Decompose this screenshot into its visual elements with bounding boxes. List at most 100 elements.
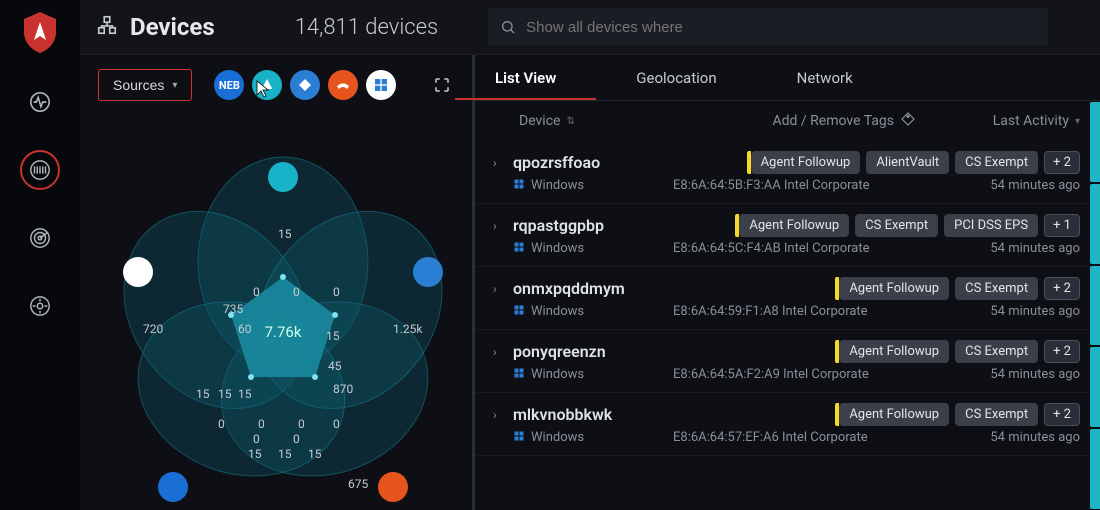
col-activity-label[interactable]: Last Activity (993, 113, 1069, 129)
row-marker (1090, 184, 1100, 264)
sort-desc-icon[interactable]: ▾ (1075, 116, 1080, 127)
device-tags: Agent Followup CS Exempt PCI DSS EPS + 1 (673, 214, 1080, 237)
row-marker (1090, 347, 1100, 427)
device-os: Windows (531, 430, 584, 445)
tag-chip[interactable]: AlientVault (866, 151, 949, 174)
chart-value: 0 (218, 417, 225, 431)
tag-more[interactable]: + 2 (1044, 340, 1080, 363)
device-name: rqpastggpbp (513, 216, 673, 235)
chart-value: 0 (293, 285, 300, 299)
col-device-label[interactable]: Device (519, 113, 560, 129)
device-mac: E8:6A:64:5C:F4:AB Intel Corporate (673, 241, 930, 256)
chart-value: 735 (223, 302, 243, 316)
device-os: Windows (531, 304, 584, 319)
neb-icon[interactable] (158, 472, 188, 502)
chart-value: 15 (238, 387, 252, 401)
chart-value: 15 (278, 227, 292, 241)
expand-row-icon[interactable]: › (493, 156, 513, 170)
tag-chip[interactable]: Agent Followup (839, 277, 949, 300)
win-icon[interactable] (366, 70, 396, 100)
devices-glyph-icon (96, 14, 118, 40)
tag-chip[interactable]: Agent Followup (751, 151, 861, 174)
nav-radar-icon[interactable] (20, 218, 60, 258)
search-icon (500, 19, 516, 35)
crowd-icon[interactable] (328, 70, 358, 100)
last-activity: 54 minutes ago (930, 178, 1080, 193)
chart-value: 60 (238, 322, 252, 336)
chart-value: 15 (326, 329, 340, 343)
expand-row-icon[interactable]: › (493, 219, 513, 233)
table-row[interactable]: ›rqpastggpbp Agent Followup CS Exempt PCI D… (475, 204, 1100, 267)
sort-icon[interactable]: ⇅ (566, 116, 574, 127)
chart-value: 15 (248, 447, 262, 461)
nav-vitals-icon[interactable] (20, 82, 60, 122)
expand-row-icon[interactable]: › (493, 282, 513, 296)
azure-icon[interactable] (413, 257, 443, 287)
nav-devices-icon[interactable] (20, 150, 60, 190)
tag-chip[interactable]: CS Exempt (955, 340, 1038, 363)
col-tags-label[interactable]: Add / Remove Tags (773, 113, 894, 129)
source-icons: NEB (214, 70, 396, 100)
alien-icon[interactable] (252, 70, 282, 100)
table-row[interactable]: ›qpozrsffoaoAgent FollowupAlientVaultCS … (475, 141, 1100, 204)
windows-icon (513, 304, 525, 319)
device-os: Windows (531, 178, 584, 193)
tab-list-view[interactable]: List View (495, 57, 556, 99)
tag-chip[interactable]: CS Exempt (955, 151, 1038, 174)
tag-chip[interactable]: CS Exempt (955, 403, 1038, 426)
tag-more[interactable]: + 1 (1044, 214, 1080, 237)
device-name: ponyqreenzn (513, 342, 673, 361)
device-list-panel: List View Geolocation Network Device ⇅ Add… (475, 55, 1100, 510)
last-activity: 54 minutes ago (930, 241, 1080, 256)
chart-value: 0 (258, 417, 265, 431)
table-row[interactable]: ›onmxpqddmym Agent Followup CS Exempt + 2 Wi… (475, 267, 1100, 330)
chart-value: 45 (328, 359, 342, 373)
expand-row-icon[interactable]: › (493, 345, 513, 359)
expand-row-icon[interactable]: › (493, 408, 513, 422)
chart-value: 0 (293, 432, 300, 446)
expand-icon[interactable] (428, 71, 456, 99)
device-mac: E8:6A:64:5B:F3:AA Intel Corporate (673, 178, 930, 193)
tag-chip[interactable]: Agent Followup (839, 403, 949, 426)
chart-value: 15 (278, 447, 292, 461)
view-tabs: List View Geolocation Network (475, 55, 1100, 101)
nav-rail (0, 0, 80, 510)
chart-value: 0 (298, 417, 305, 431)
tab-network[interactable]: Network (797, 57, 853, 99)
table-row[interactable]: ›mlkvnobbkwkAgent FollowupCS Exempt+ 2Wi… (475, 393, 1100, 456)
device-count: 14,811 devices (295, 15, 438, 40)
nav-settings-icon[interactable] (20, 286, 60, 326)
device-os: Windows (531, 241, 584, 256)
tab-geolocation[interactable]: Geolocation (636, 57, 716, 99)
chart-value: 0 (253, 285, 260, 299)
neb-icon[interactable]: NEB (214, 70, 244, 100)
chart-value: 720 (143, 322, 163, 336)
tag-more[interactable]: + 2 (1044, 151, 1080, 174)
row-markers (1090, 101, 1100, 510)
tag-chip[interactable]: Agent Followup (739, 214, 849, 237)
page-title: Devices (130, 13, 215, 41)
win-icon[interactable] (123, 257, 153, 287)
chart-value: 675 (348, 477, 368, 491)
tag-chip[interactable]: CS Exempt (855, 214, 938, 237)
windows-icon (513, 430, 525, 445)
windows-icon (513, 241, 525, 256)
tag-more[interactable]: + 2 (1044, 277, 1080, 300)
tag-chip[interactable]: CS Exempt (955, 277, 1038, 300)
tag-chip[interactable]: PCI DSS EPS (944, 214, 1038, 237)
device-mac: E8:6A:64:57:EF:A6 Intel Corporate (673, 430, 930, 445)
search-input[interactable] (488, 8, 1048, 46)
search-field[interactable] (526, 19, 1036, 36)
tag-chip[interactable]: Agent Followup (839, 340, 949, 363)
app-logo-icon (20, 10, 60, 54)
alien-icon[interactable] (268, 162, 298, 192)
table-row[interactable]: ›ponyqreenznAgent FollowupCS Exempt+ 2Wi… (475, 330, 1100, 393)
sources-button[interactable]: Sources ▾ (98, 69, 192, 101)
crowd-icon[interactable] (378, 472, 408, 502)
azure-icon[interactable] (290, 70, 320, 100)
windows-icon (513, 178, 525, 193)
tag-more[interactable]: + 2 (1044, 403, 1080, 426)
topbar: Devices 14,811 devices (80, 0, 1100, 55)
last-activity: 54 minutes ago (930, 430, 1080, 445)
device-name: onmxpqddmym (513, 279, 673, 298)
